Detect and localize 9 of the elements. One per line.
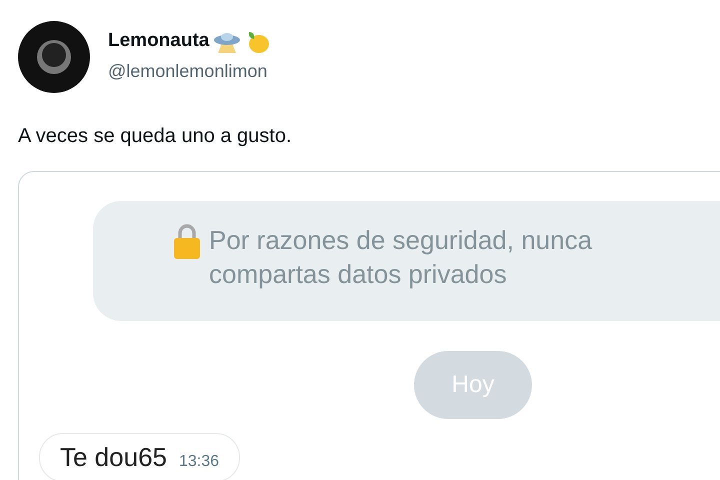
avatar[interactable]	[18, 21, 90, 93]
tweet-text: A veces se queda uno a gusto.	[18, 124, 293, 149]
display-name[interactable]: Lemonauta	[108, 27, 210, 56]
message-text: Te dou65	[60, 441, 167, 474]
ufo-icon	[213, 30, 242, 52]
lock-icon	[173, 223, 201, 259]
username[interactable]: @lemonlemonlimon	[108, 58, 272, 85]
message-time: 13:36	[178, 452, 220, 472]
security-notice-text: Por razones de seguridad, nunca compartas datos privados	[209, 224, 592, 291]
